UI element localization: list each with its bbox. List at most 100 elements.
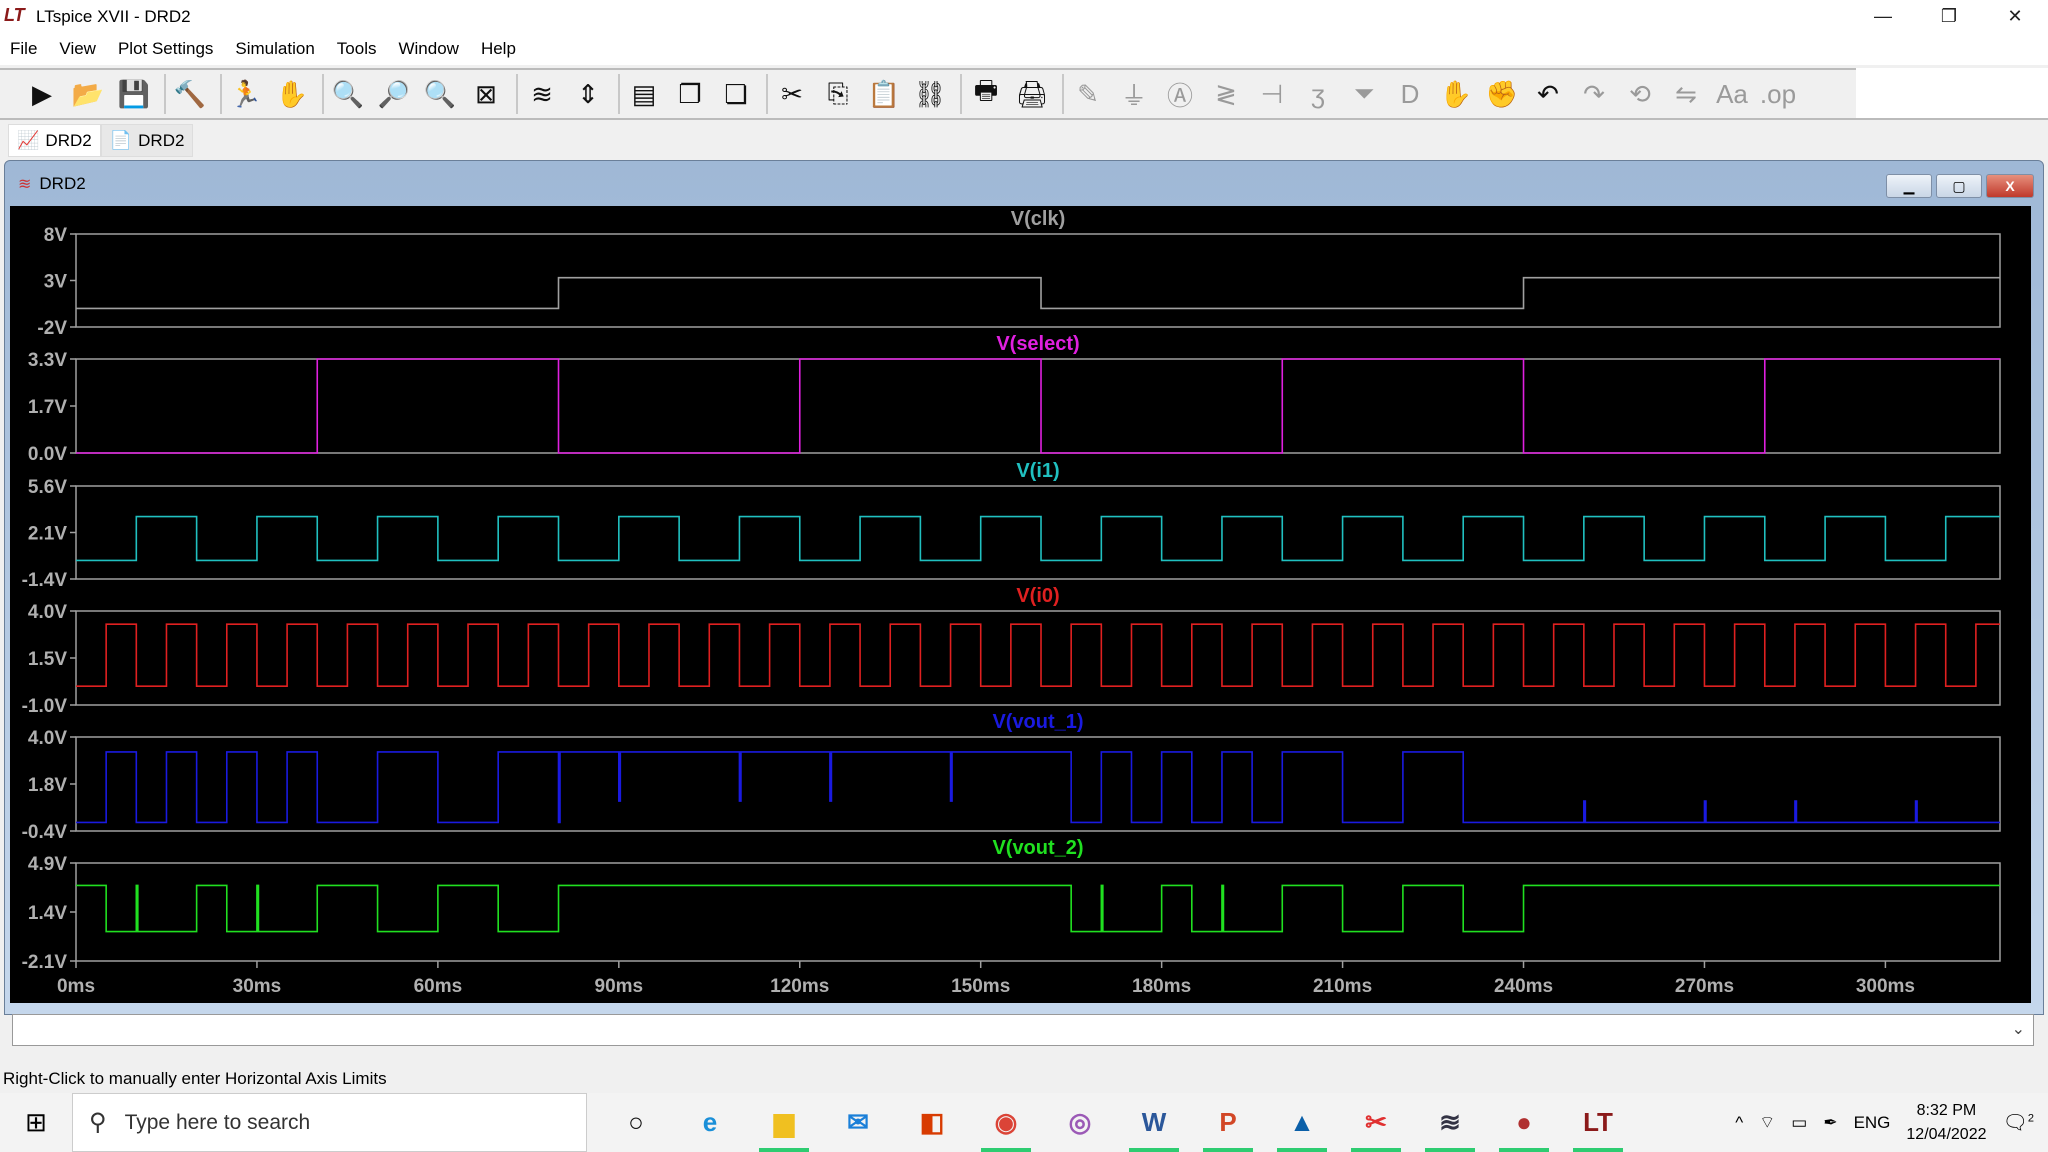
- language-indicator[interactable]: ENG: [1854, 1113, 1891, 1133]
- component-icon[interactable]: D: [1390, 74, 1430, 114]
- move-icon[interactable]: ✋: [1436, 74, 1476, 114]
- y-tick-label: 1.7V: [28, 397, 67, 418]
- redo-icon[interactable]: ↷: [1574, 74, 1614, 114]
- cut-icon[interactable]: ✂: [772, 74, 812, 114]
- y-tick-label: -2V: [37, 318, 67, 339]
- wire-icon[interactable]: ✎: [1068, 74, 1108, 114]
- trace-title: V(vout_1): [992, 711, 1083, 733]
- ltspice-icon[interactable]: LT: [1561, 1093, 1635, 1152]
- recorder-icon[interactable]: ●: [1487, 1093, 1561, 1152]
- y-tick-label: 4.0V: [28, 728, 67, 749]
- close-button[interactable]: ✕: [1982, 0, 2048, 33]
- powerpoint-icon[interactable]: P: [1191, 1093, 1265, 1152]
- manual-limits-icon[interactable]: ⇕: [568, 74, 608, 114]
- tile-horizontal-icon[interactable]: ▤: [624, 74, 664, 114]
- run-icon[interactable]: ▶: [22, 74, 62, 114]
- menu-plot-settings[interactable]: Plot Settings: [118, 39, 213, 59]
- spice-directive-icon[interactable]: .op: [1758, 74, 1798, 114]
- undo-icon[interactable]: ↶: [1528, 74, 1568, 114]
- mirror-icon[interactable]: ⇋: [1666, 74, 1706, 114]
- print-preview-icon[interactable]: 🖶: [966, 74, 1006, 114]
- drag-icon[interactable]: ✊: [1482, 74, 1522, 114]
- menu-simulation[interactable]: Simulation: [235, 39, 314, 59]
- x-tick-label: 0ms: [57, 976, 95, 997]
- menu-file[interactable]: File: [10, 39, 37, 59]
- start-button[interactable]: ⊞: [0, 1093, 72, 1152]
- zoom-area-icon[interactable]: 🔎: [374, 74, 414, 114]
- trace-vselect: [76, 358, 2000, 454]
- y-tick-label: 8V: [44, 225, 68, 246]
- plot-window-title-text: DRD2: [39, 174, 86, 193]
- menu-tools[interactable]: Tools: [337, 39, 377, 59]
- copy-icon[interactable]: ⎘: [818, 74, 858, 114]
- word-icon[interactable]: W: [1117, 1093, 1191, 1152]
- cortana-icon[interactable]: ○: [599, 1093, 673, 1152]
- tab-label: DRD2: [45, 130, 92, 150]
- plot-close-button[interactable]: X: [1986, 174, 2034, 198]
- zoom-fit-icon[interactable]: ⊠: [466, 74, 506, 114]
- plot-minimize-button[interactable]: ▁: [1886, 174, 1932, 198]
- tile-vertical-icon[interactable]: ❏: [716, 74, 756, 114]
- zoom-in-icon[interactable]: 🔍: [328, 74, 368, 114]
- waveform-plot[interactable]: 8V 3V -2V V(clk) 3.3V 1.7V 0.0V V(select) 5.6V 2.…: [10, 206, 2031, 1003]
- resistor-icon[interactable]: ≷: [1206, 74, 1246, 114]
- taskbar-search[interactable]: ⚲ Type here to search: [72, 1093, 587, 1152]
- tab-drd2-waveform[interactable]: 📈 DRD2: [8, 124, 101, 157]
- tab-drd2-netlist[interactable]: 📄 DRD2: [100, 124, 194, 157]
- wifi-icon[interactable]: ⌔: [1759, 1112, 1775, 1133]
- pen-icon[interactable]: ✒: [1823, 1113, 1837, 1133]
- find-icon[interactable]: ⛓: [910, 74, 950, 114]
- menu-help[interactable]: Help: [481, 39, 516, 59]
- save-icon[interactable]: 💾: [114, 74, 154, 114]
- text-icon[interactable]: Aa: [1712, 74, 1752, 114]
- minimize-button[interactable]: —: [1850, 0, 1916, 33]
- control-panel-icon[interactable]: 🔨: [170, 74, 210, 114]
- paste-icon[interactable]: 📋: [864, 74, 904, 114]
- notification-center-icon[interactable]: 🗨2: [2002, 1110, 2034, 1135]
- brave-icon[interactable]: ◎: [1043, 1093, 1117, 1152]
- file-explorer-icon[interactable]: ▆: [747, 1093, 821, 1152]
- pane-frame: [75, 358, 2001, 454]
- label-icon[interactable]: Ⓐ: [1160, 74, 1200, 114]
- pane-frame: [75, 485, 2001, 580]
- pan-hand-icon[interactable]: ✋: [272, 74, 312, 114]
- x-tick-label: 90ms: [595, 976, 644, 997]
- clock[interactable]: 8:32 PM 12/04/2022: [1906, 1099, 1986, 1147]
- office-icon[interactable]: ◧: [895, 1093, 969, 1152]
- rotate-icon[interactable]: ⟲: [1620, 74, 1660, 114]
- show-hidden-icons-chevron-icon[interactable]: ^: [1735, 1113, 1743, 1133]
- trace-vvout_2: [76, 884, 2000, 933]
- zoom-out-icon[interactable]: 🔍: [420, 74, 460, 114]
- netlist-icon: 📄: [109, 130, 133, 150]
- ltspice-plot-icon[interactable]: ≋: [1413, 1093, 1487, 1152]
- halt-icon[interactable]: 🏃: [226, 74, 266, 114]
- menu-window[interactable]: Window: [398, 39, 458, 59]
- edge-icon[interactable]: e: [673, 1093, 747, 1152]
- y-tick-label: -0.4V: [22, 822, 68, 843]
- y-tick-label: 3V: [44, 272, 68, 293]
- menu-view[interactable]: View: [59, 39, 96, 59]
- open-icon[interactable]: 📂: [68, 74, 108, 114]
- command-input[interactable]: ⌄: [12, 1014, 2034, 1046]
- diode-icon[interactable]: ⏷: [1344, 74, 1384, 114]
- x-tick-label: 210ms: [1313, 976, 1372, 997]
- ground-icon[interactable]: ⏚: [1114, 74, 1154, 114]
- inductor-icon[interactable]: ʒ: [1298, 74, 1338, 114]
- restore-button[interactable]: ❐: [1916, 0, 1982, 33]
- print-icon[interactable]: 🖨: [1012, 74, 1052, 114]
- x-tick-label: 150ms: [951, 976, 1010, 997]
- autorange-icon[interactable]: ≋: [522, 74, 562, 114]
- photos-icon[interactable]: ▲: [1265, 1093, 1339, 1152]
- capacitor-icon[interactable]: ⊣: [1252, 74, 1292, 114]
- dropdown-chevron-icon[interactable]: ⌄: [2012, 1019, 2025, 1039]
- mail-icon[interactable]: ✉: [821, 1093, 895, 1152]
- cascade-icon[interactable]: ❐: [670, 74, 710, 114]
- notification-count: 2: [2027, 1112, 2034, 1125]
- battery-icon[interactable]: ▭: [1791, 1113, 1807, 1133]
- snip-icon[interactable]: ✂: [1339, 1093, 1413, 1152]
- plot-maximize-button[interactable]: ▢: [1936, 174, 1982, 198]
- y-tick-label: 3.3V: [28, 350, 67, 371]
- pane-frame: [75, 233, 2001, 328]
- chrome-icon[interactable]: ◉: [969, 1093, 1043, 1152]
- waveform-svg[interactable]: 8V 3V -2V V(clk) 3.3V 1.7V 0.0V V(select) 5.6V 2.…: [10, 206, 2031, 1003]
